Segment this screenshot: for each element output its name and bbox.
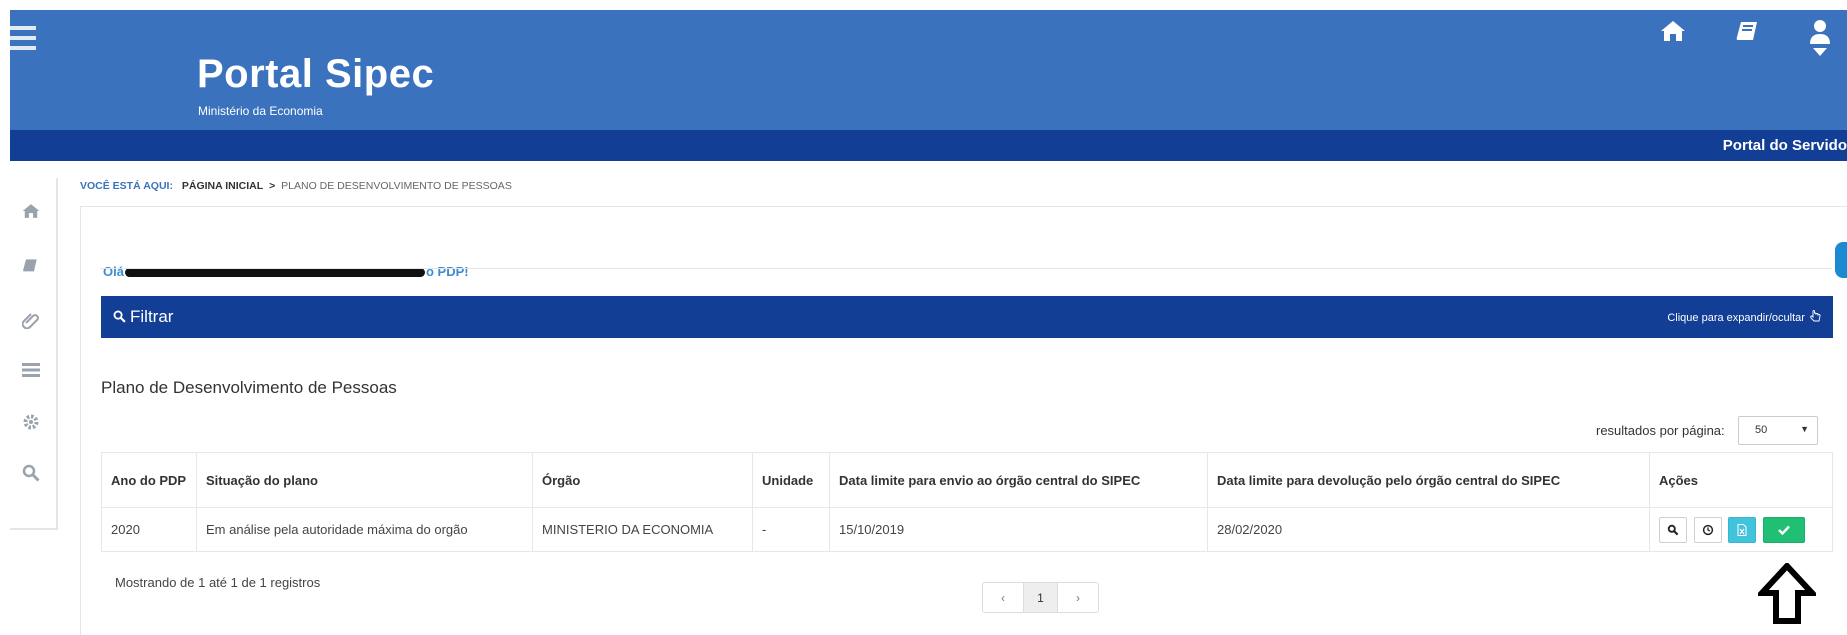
caret-down-icon: ▼ (1800, 424, 1809, 434)
top-header: Portal Sipec Ministério da Economia (10, 10, 1847, 130)
header-situacao[interactable]: Situação do plano (196, 452, 533, 508)
breadcrumb: VOCÊ ESTÁ AQUI: PÁGINA INICIAL > PLANO D… (80, 180, 512, 192)
cell-ano: 2020 (101, 507, 197, 552)
cell-acoes (1649, 507, 1833, 552)
filter-label: Filtrar (130, 307, 174, 326)
breadcrumb-prefix: VOCÊ ESTÁ AQUI: (80, 180, 173, 192)
filter-toggle-label: Clique para expandir/ocultar (1667, 312, 1805, 324)
header-ano[interactable]: Ano do PDP (101, 452, 197, 508)
greeting-end: o PDP! (425, 264, 469, 279)
arrow-up-icon (1755, 561, 1819, 630)
divider (100, 268, 1832, 269)
user-icon[interactable] (1808, 18, 1832, 63)
pdp-table: Ano do PDP Situação do plano Órgão Unida… (101, 452, 1833, 552)
breadcrumb-current: PLANO DE DESENVOLVIMENTO DE PESSOAS (281, 180, 512, 192)
home-icon[interactable] (1660, 20, 1686, 47)
cell-unidade: - (752, 507, 830, 552)
prev-page-button[interactable]: ‹ (982, 582, 1024, 613)
header-unidade[interactable]: Unidade (752, 452, 830, 508)
per-page-label: resultados por página: (1596, 423, 1725, 438)
export-excel-button[interactable] (1728, 516, 1757, 543)
portal-servidor-link[interactable]: Portal do Servido (1723, 137, 1847, 154)
filter-toggle[interactable]: Clique para expandir/ocultar (1667, 310, 1821, 324)
approve-button[interactable] (1762, 516, 1805, 543)
list-icon[interactable] (22, 363, 40, 382)
search-icon[interactable] (22, 464, 40, 487)
breadcrumb-home-link[interactable]: PÁGINA INICIAL (182, 180, 263, 192)
sidebar (10, 178, 58, 530)
search-icon (113, 310, 126, 323)
page-1-button[interactable]: 1 (1024, 582, 1057, 613)
greeting-message: Olá o PDP! (103, 264, 469, 279)
header-data-devolucao[interactable]: Data limite para devolução pelo órgão ce… (1207, 452, 1650, 508)
breadcrumb-separator: > (269, 180, 276, 192)
gear-icon[interactable] (22, 413, 40, 436)
menu-icon[interactable] (10, 26, 36, 56)
portal-subbar: Portal do Servido (10, 130, 1847, 161)
view-button[interactable] (1659, 516, 1687, 543)
pagination: ‹ 1 › (982, 582, 1099, 613)
check-icon (1778, 525, 1790, 535)
filter-panel-header[interactable]: Filtrar Clique para expandir/ocultar (101, 296, 1833, 338)
cell-data-envio: 15/10/2019 (829, 507, 1208, 552)
table-header-row: Ano do PDP Situação do plano Órgão Unida… (101, 452, 1833, 508)
cell-situacao: Em análise pela autoridade máxima do org… (196, 507, 533, 552)
filter-title[interactable]: Filtrar (113, 307, 173, 327)
clock-icon (1702, 524, 1713, 535)
book-icon[interactable] (22, 258, 38, 279)
brand-title[interactable]: Portal Sipec (197, 52, 434, 97)
book-icon[interactable] (1735, 20, 1759, 49)
side-tab-button[interactable] (1835, 242, 1847, 278)
header-orgao[interactable]: Órgão (532, 452, 753, 508)
per-page-value: 50 (1755, 424, 1768, 436)
next-page-button[interactable]: › (1057, 582, 1099, 613)
home-icon[interactable] (22, 203, 40, 224)
section-title: Plano de Desenvolvimento de Pessoas (101, 378, 397, 397)
header-data-envio[interactable]: Data limite para envio ao órgão central … (829, 452, 1208, 508)
paperclip-icon[interactable] (21, 311, 40, 334)
table-row: 2020 Em análise pela autoridade máxima d… (101, 507, 1833, 552)
cell-orgao: MINISTERIO DA ECONOMIA (532, 507, 753, 552)
brand-subtitle: Ministério da Economia (198, 104, 323, 118)
redacted-username (124, 268, 425, 278)
excel-icon (1737, 523, 1747, 536)
history-button[interactable] (1693, 516, 1722, 543)
greeting-start: Olá (103, 264, 124, 279)
per-page-select[interactable]: 50 ▼ (1738, 416, 1818, 445)
hand-pointer-icon (1810, 310, 1821, 322)
search-icon (1667, 524, 1679, 535)
records-info: Mostrando de 1 até 1 de 1 registros (115, 575, 321, 590)
cell-data-devolucao: 28/02/2020 (1207, 507, 1650, 552)
header-acoes: Ações (1649, 452, 1833, 508)
